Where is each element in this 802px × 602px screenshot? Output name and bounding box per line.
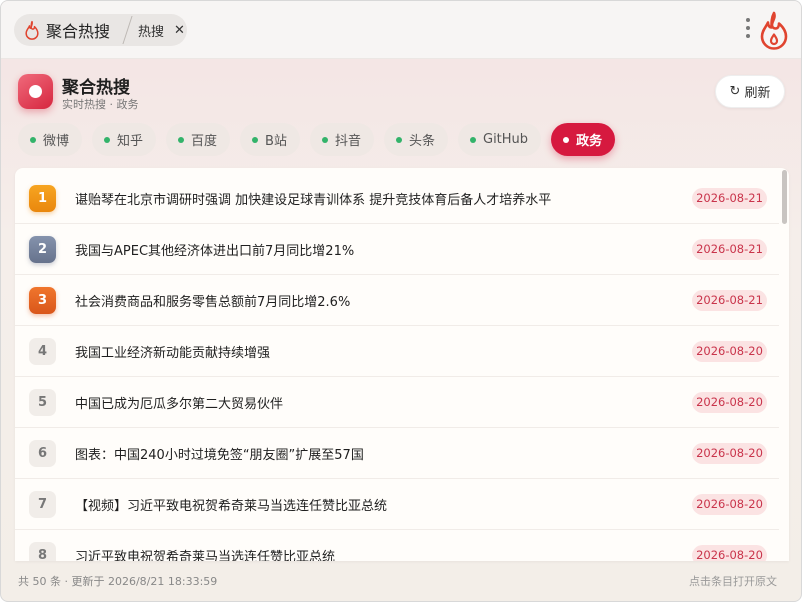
chip-label: 政务 (576, 134, 603, 149)
date-badge: 2026-08-20 (692, 544, 767, 561)
chip-government[interactable]: 政务 (551, 123, 616, 156)
item-title[interactable]: 我国与APEC其他经济体进出口前7月同比增21% (75, 240, 354, 259)
status-dot-icon (30, 136, 36, 143)
page-title: 聚合热搜 (62, 78, 130, 98)
flame-icon (760, 11, 788, 50)
status-dot-icon (395, 136, 402, 143)
chip-toutiao[interactable]: 头条 (383, 123, 448, 156)
chip-label: 头条 (408, 134, 435, 149)
hot-list: 1 谌贻琴在北京市调研时强调 加快建设足球青训体系 提升竞技体育后备人才培养水平… (15, 168, 789, 561)
chip-baidu[interactable]: 百度 (166, 123, 231, 156)
chip-label: GitHub (483, 132, 529, 147)
list-item[interactable]: 3 社会消费商品和服务零售总额前7月同比增2.6% 2026-08-21 (15, 275, 779, 326)
list-item[interactable]: 7 【视频】习近平致电祝贺希奇莱马当选连任赞比亚总统 2026-08-20 (15, 479, 779, 530)
rank-badge: 4 (29, 337, 56, 365)
item-title[interactable]: 中国已成为厄瓜多尔第二大贸易伙伴 (75, 393, 283, 412)
scrollbar[interactable] (780, 168, 789, 561)
tab-label: 聚合热搜 (46, 22, 111, 41)
item-title[interactable]: 社会消费商品和服务零售总额前7月同比增2.6% (75, 291, 350, 310)
chip-label: B站 (265, 134, 287, 149)
chip-zhihu[interactable]: 知乎 (92, 123, 157, 156)
rank-badge: 2 (29, 235, 56, 263)
date-badge: 2026-08-20 (692, 391, 767, 413)
title-bar: 聚合热搜 热搜 ✕ (1, 1, 801, 59)
scrollbar-thumb[interactable] (782, 170, 787, 224)
date-badge: 2026-08-21 (692, 238, 767, 260)
list-item[interactable]: 2 我国与APEC其他经济体进出口前7月同比增21% 2026-08-21 (15, 224, 779, 275)
chip-github[interactable]: GitHub (458, 123, 542, 156)
chip-label: 抖音 (334, 134, 361, 149)
date-badge: 2026-08-21 (692, 187, 767, 209)
rank-badge: 7 (29, 490, 56, 518)
rank-badge: 8 (29, 541, 56, 561)
chip-weibo[interactable]: 微博 (18, 123, 83, 156)
date-badge: 2026-08-20 (692, 442, 767, 464)
refresh-label: 刷新 (744, 86, 771, 101)
tab-hot-search[interactable]: 聚合热搜 (14, 14, 124, 46)
chip-label: 微博 (43, 134, 70, 149)
app-window: 聚合热搜 热搜 ✕ 聚合热搜 实时热搜 · 政务 ↻ 刷新 微博 知乎 百度 B… (0, 0, 802, 602)
item-title[interactable]: 图表：中国240小时过境免签“朋友圈”扩展至57国 (75, 444, 364, 463)
close-icon[interactable]: ✕ (174, 23, 185, 38)
chip-bilibili[interactable]: B站 (240, 123, 300, 156)
tab-separator (124, 14, 134, 46)
status-dot-icon (563, 136, 570, 143)
chip-label: 知乎 (117, 134, 144, 149)
more-vertical-icon[interactable] (743, 18, 753, 42)
item-title[interactable]: 我国工业经济新动能贡献持续增强 (75, 342, 270, 361)
status-dot-icon (321, 136, 328, 143)
list-item[interactable]: 6 图表：中国240小时过境免签“朋友圈”扩展至57国 2026-08-20 (15, 428, 779, 479)
rank-badge: 1 (29, 184, 56, 212)
status-dot-icon (178, 136, 185, 143)
item-title[interactable]: 【视频】习近平致电祝贺希奇莱马当选连任赞比亚总统 (75, 495, 387, 514)
list-item[interactable]: 1 谌贻琴在北京市调研时强调 加快建设足球青训体系 提升竞技体育后备人才培养水平… (15, 173, 779, 224)
item-title[interactable]: 习近平致电祝贺希奇莱马当选连任赞比亚总统 (75, 546, 335, 562)
flame-icon (25, 20, 39, 40)
rank-badge: 6 (29, 439, 56, 467)
status-text: 共 50 条 · 更新于 2026/8/21 18:33:59 (18, 575, 218, 588)
status-dot-icon (470, 136, 476, 143)
date-badge: 2026-08-21 (692, 289, 767, 311)
date-badge: 2026-08-20 (692, 340, 767, 362)
list-item[interactable]: 8 习近平致电祝贺希奇莱马当选连任赞比亚总统 2026-08-20 (15, 530, 779, 561)
chip-label: 百度 (191, 134, 218, 149)
list-item[interactable]: 5 中国已成为厄瓜多尔第二大贸易伙伴 2026-08-20 (15, 377, 779, 428)
subtab-label: 热搜 (138, 24, 165, 40)
page-subtitle: 实时热搜 · 政务 (62, 98, 139, 111)
status-dot-icon (104, 136, 111, 143)
item-title[interactable]: 谌贻琴在北京市调研时强调 加快建设足球青训体系 提升竞技体育后备人才培养水平 (75, 189, 551, 208)
source-chips: 微博 知乎 百度 B站 抖音 头条 GitHub 政务 (18, 123, 625, 157)
refresh-button[interactable]: ↻ 刷新 (715, 75, 785, 108)
chip-douyin[interactable]: 抖音 (309, 123, 374, 156)
tab-group: 聚合热搜 热搜 ✕ (14, 14, 187, 46)
tab-sub[interactable]: 热搜 ✕ (134, 14, 185, 46)
list-item[interactable]: 4 我国工业经济新动能贡献持续增强 2026-08-20 (15, 326, 779, 377)
refresh-icon: ↻ (729, 84, 741, 99)
rank-badge: 3 (29, 286, 56, 314)
footer-hint: 点击条目打开原文 (689, 575, 777, 588)
status-dot-icon (252, 136, 259, 143)
rank-badge: 5 (29, 388, 56, 416)
date-badge: 2026-08-20 (692, 493, 767, 515)
app-logo (18, 74, 53, 109)
